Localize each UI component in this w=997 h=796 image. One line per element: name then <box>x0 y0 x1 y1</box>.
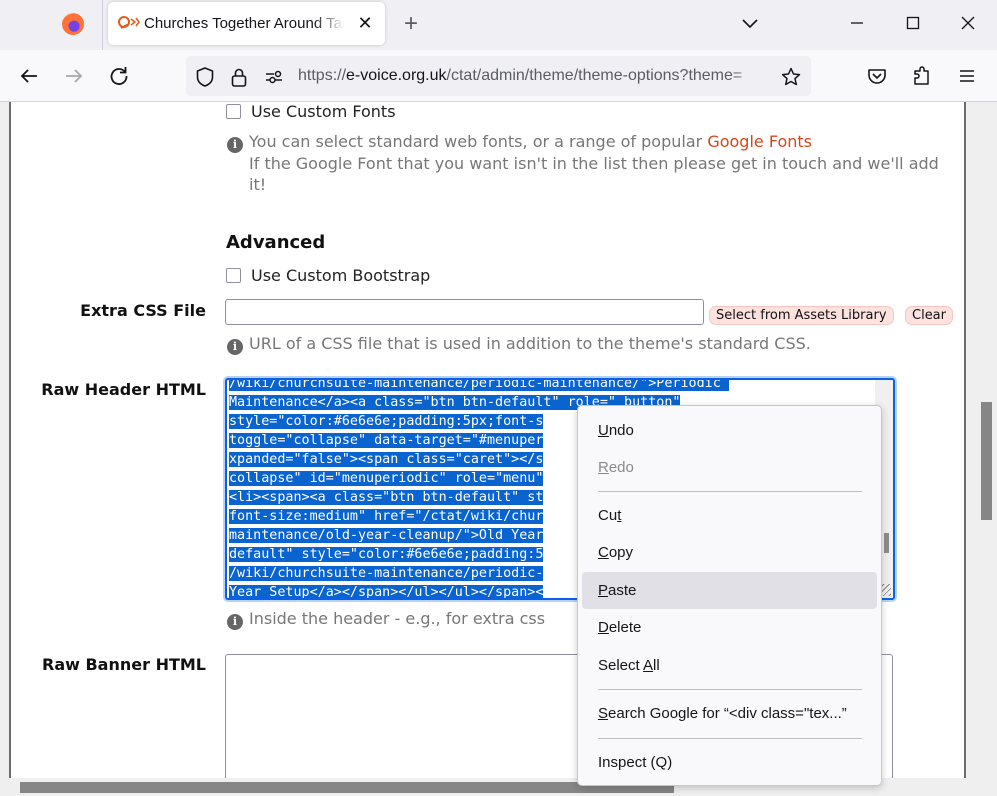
selected-text: collapse" id="menuperiodic" role="menu" <box>229 471 544 486</box>
menu-item-undo[interactable]: Undo <box>582 412 877 449</box>
extra-css-input[interactable] <box>225 299 704 325</box>
star-icon[interactable] <box>780 66 802 88</box>
select-from-assets-button[interactable]: Select from Assets Library <box>709 306 894 325</box>
help-text: Inside the header - e.g., for extra css <box>249 609 546 628</box>
url-scheme: https:// <box>298 67 347 84</box>
raw-banner-label: Raw Banner HTML <box>42 655 206 674</box>
forward-arrow-icon[interactable] <box>60 62 88 90</box>
access-key: C <box>598 544 609 561</box>
selected-text: /wiki/churchsuite-maintenance/periodic-m… <box>229 378 729 391</box>
tab-close-icon[interactable]: ✕ <box>354 11 376 35</box>
selected-text: maintenance/old-year-cleanup/">Old Year <box>229 528 544 543</box>
access-key: A <box>643 657 654 674</box>
custom-bootstrap-label[interactable]: Use Custom Bootstrap <box>251 266 430 285</box>
maximize-icon[interactable] <box>902 12 924 34</box>
url-text[interactable]: https://e-voice.org.uk/ctat/admin/theme/… <box>298 67 768 85</box>
window-close-icon[interactable] <box>957 12 979 34</box>
clear-button[interactable]: Clear <box>905 306 953 325</box>
new-tab-button[interactable]: + <box>398 10 424 38</box>
menu-item-search[interactable]: Search Google for “<div class="tex...” <box>582 695 877 732</box>
extensions-icon[interactable] <box>910 64 934 88</box>
navigation-bar: https://e-voice.org.uk/ctat/admin/theme/… <box>0 50 997 102</box>
custom-fonts-checkbox[interactable] <box>226 104 241 119</box>
tab-separator <box>102 0 103 50</box>
access-key: S <box>598 705 609 722</box>
selected-text: default" style="color:#6e6e6e;padding:5 <box>229 547 544 562</box>
permissions-icon[interactable] <box>263 66 285 88</box>
raw-header-help: i Inside the header - e.g., for extra css <box>227 608 577 630</box>
extra-css-label: Extra CSS File <box>80 301 206 320</box>
selected-text: xpanded="false"><span class="caret"></s <box>229 452 544 467</box>
menu-item-delete[interactable]: Delete <box>582 609 877 646</box>
lock-icon[interactable] <box>228 66 250 88</box>
pocket-icon[interactable] <box>865 64 889 88</box>
menu-item-copy[interactable]: Copy <box>582 534 877 571</box>
context-menu: Undo Redo Cut Copy Paste Delete Select All Sear… <box>577 405 882 786</box>
selected-text: /wiki/churchsuite-maintenance/periodic- <box>229 566 544 581</box>
help-text: URL of a CSS file that is used in additi… <box>249 334 811 353</box>
info-icon: i <box>227 137 243 153</box>
tab-bar: Churches Together Around Tadley ✕ + <box>0 0 997 50</box>
e-voice-logo-icon <box>117 14 141 32</box>
selected-text: style="color:#6e6e6e;padding:5px;font-s <box>229 414 544 429</box>
minimize-icon[interactable] <box>846 12 868 34</box>
tab-title: Churches Together Around Tadley <box>144 15 344 32</box>
tracking-shield-icon[interactable] <box>194 66 216 88</box>
access-key: t <box>617 507 622 524</box>
url-bar[interactable]: https://e-voice.org.uk/ctat/admin/theme/… <box>186 56 811 96</box>
page-horizontal-scroll-thumb[interactable] <box>20 782 674 793</box>
menu-item-inspect[interactable]: Inspect (Q) <box>582 744 877 781</box>
url-path: /ctat/admin/theme/theme-options?theme= <box>446 67 743 84</box>
access-key: P <box>598 582 609 599</box>
textarea-line: /wiki/churchsuite-maintenance/periodic-m… <box>229 378 729 393</box>
menu-item-redo[interactable]: Redo <box>582 449 877 486</box>
custom-bootstrap-checkbox[interactable] <box>226 268 241 283</box>
custom-fonts-label[interactable]: Use Custom Fonts <box>251 102 396 121</box>
access-key: U <box>598 422 609 439</box>
chevron-down-icon[interactable] <box>738 12 762 34</box>
extra-css-help: i URL of a CSS file that is used in addit… <box>227 333 927 355</box>
help-text: You can select standard web fonts, or a … <box>249 132 708 151</box>
info-icon: i <box>227 614 243 630</box>
advanced-heading: Advanced <box>226 232 326 253</box>
custom-fonts-help: i You can select standard web fonts, or a… <box>227 131 957 195</box>
info-icon: i <box>227 339 243 355</box>
selected-text: toggle="collapse" data-target="#menuper <box>229 433 544 448</box>
hamburger-menu-icon[interactable] <box>955 64 979 88</box>
menu-item-cut[interactable]: Cut <box>582 497 877 534</box>
google-fonts-link[interactable]: Google Fonts <box>707 132 812 151</box>
selected-text: Year Setup</a></span></ul></ul></span>< <box>229 585 544 600</box>
reload-icon[interactable] <box>105 62 133 90</box>
menu-separator <box>598 738 862 739</box>
menu-item-paste[interactable]: Paste <box>582 572 877 609</box>
raw-header-label: Raw Header HTML <box>41 380 206 399</box>
active-tab[interactable]: Churches Together Around Tadley ✕ <box>108 2 385 45</box>
firefox-logo-icon[interactable] <box>62 13 84 35</box>
access-key: R <box>598 459 609 476</box>
selected-text: <li><span><a class="btn btn-default" st <box>229 490 544 505</box>
menu-item-select[interactable]: Select All <box>582 647 877 684</box>
selected-text: font-size:medium" href="/ctat/wiki/chur <box>229 509 544 524</box>
page-vertical-scroll-thumb[interactable] <box>981 402 992 520</box>
access-key: D <box>598 619 609 636</box>
help-text-line2: If the Google Font that you want isn't i… <box>249 154 939 194</box>
menu-separator <box>598 491 862 492</box>
url-host: e-voice.org.uk <box>346 67 447 84</box>
menu-separator <box>598 689 862 690</box>
textarea-scroll-thumb[interactable] <box>884 533 889 553</box>
back-arrow-icon[interactable] <box>15 62 43 90</box>
